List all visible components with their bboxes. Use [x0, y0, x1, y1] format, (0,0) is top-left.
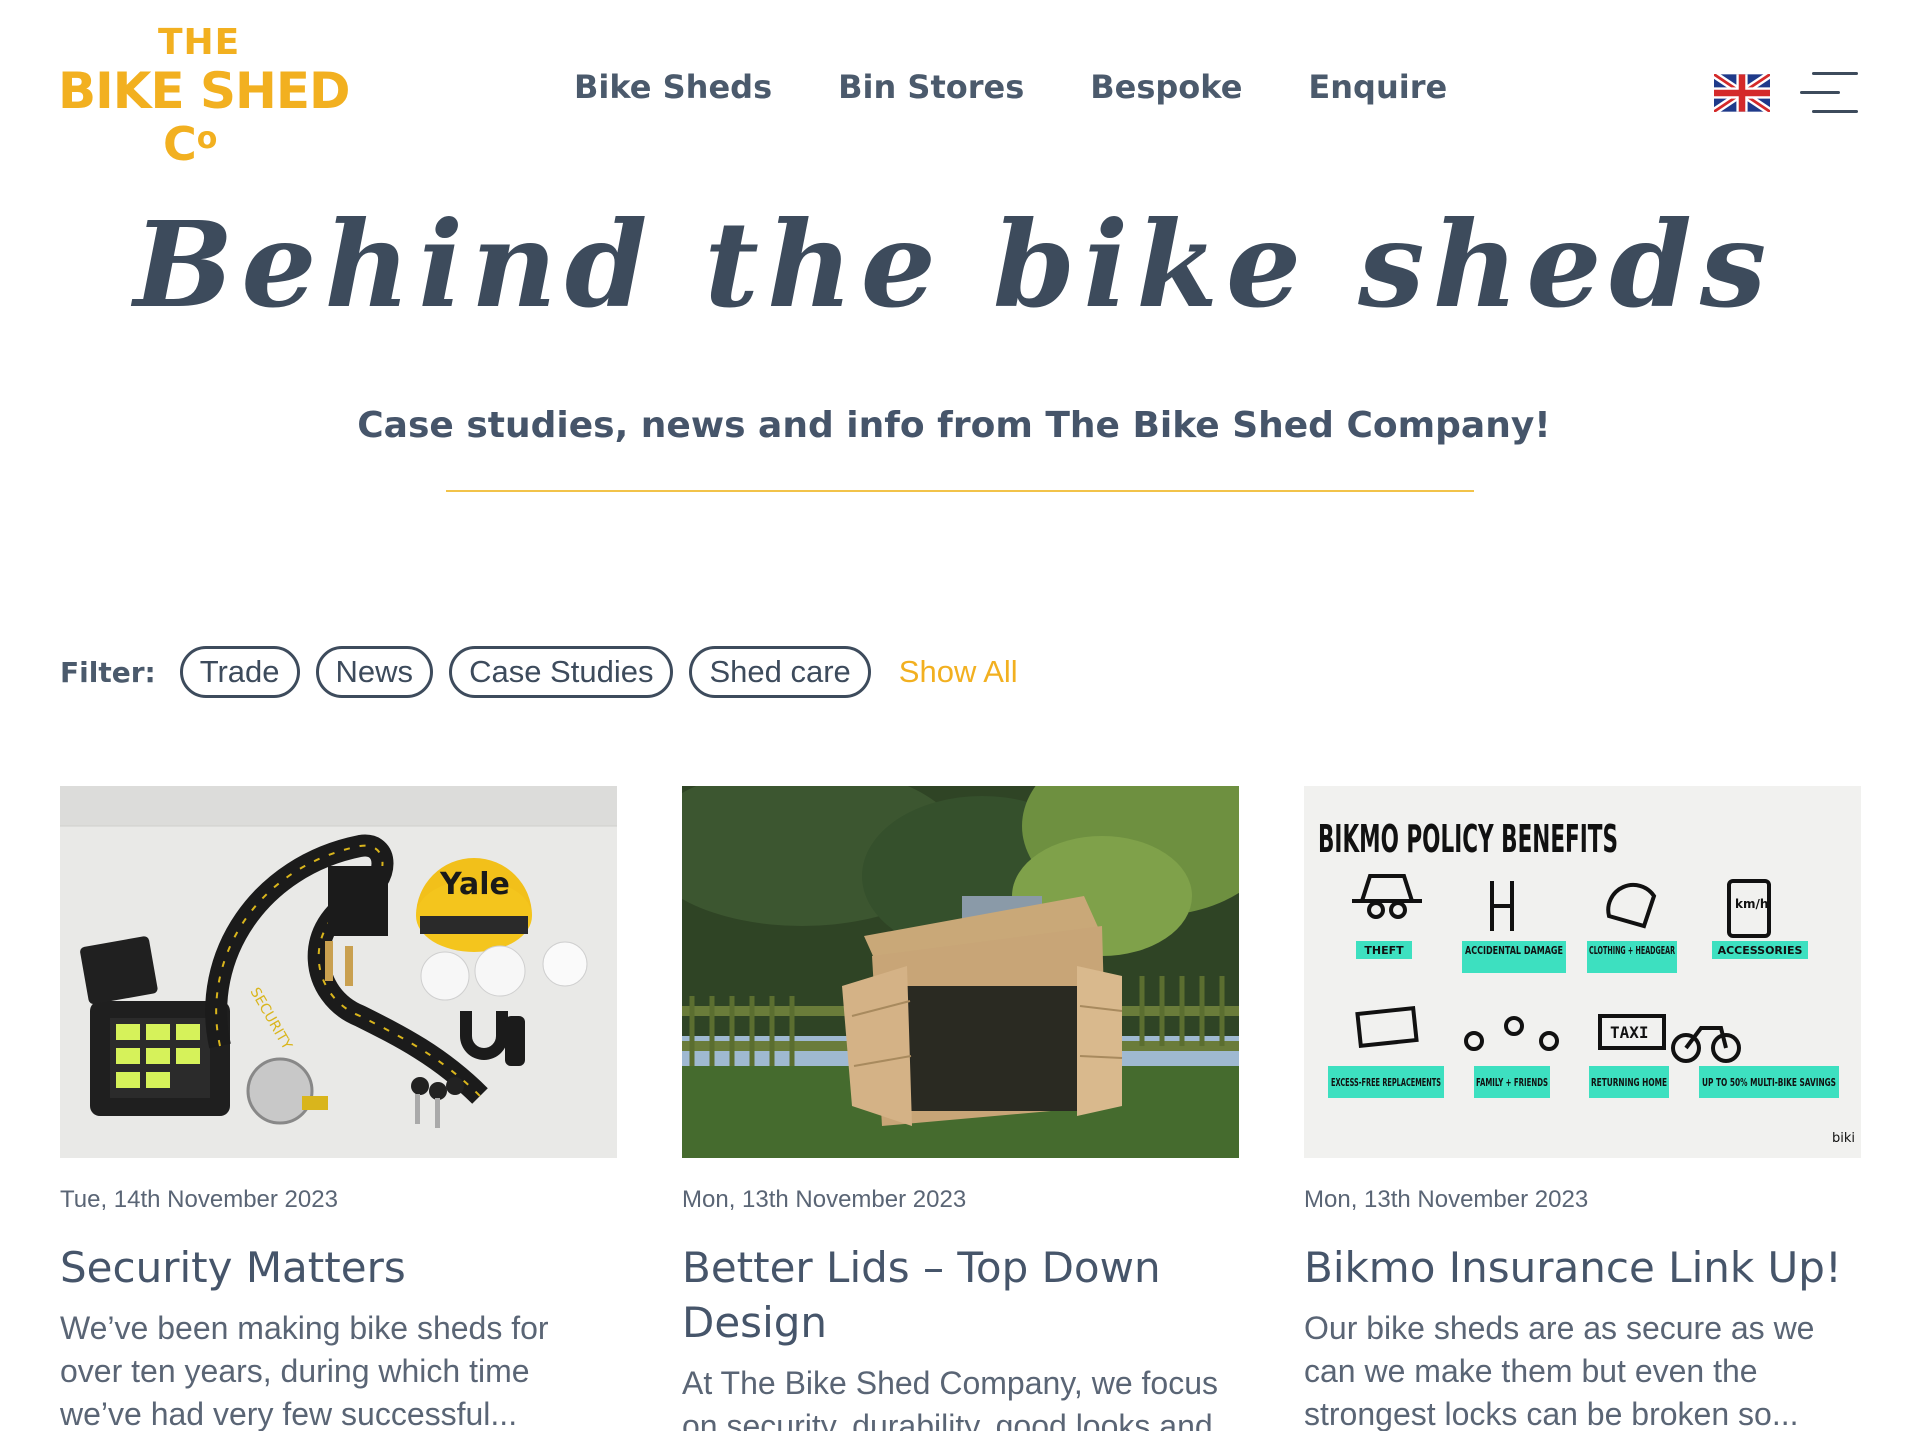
bikmo-brand: biki	[1832, 1131, 1855, 1146]
filter-shed-care[interactable]: Shed care	[689, 646, 871, 698]
nav-bin-stores[interactable]: Bin Stores	[838, 68, 1024, 106]
yale-brand: Yale	[439, 867, 510, 902]
post-image-bikmo-benefits[interactable]: BIKMO POLICY BENEFITS km/h THEFT ACCIDEN…	[1304, 786, 1861, 1158]
benefit-clothing: CLOTHING + HEADGEAR	[1589, 944, 1675, 957]
post-excerpt: Our bike sheds are as secure as we can w…	[1304, 1310, 1815, 1431]
post-excerpt: We’ve been making bike sheds for over te…	[60, 1310, 549, 1431]
benefit-theft: THEFT	[1364, 944, 1404, 957]
nav-bespoke[interactable]: Bespoke	[1090, 68, 1242, 106]
bikmo-heading: BIKMO POLICY BENEFITS	[1318, 817, 1618, 861]
filter-show-all[interactable]: Show All	[899, 654, 1018, 690]
post-title[interactable]: Better Lids – Top Down Design	[682, 1240, 1239, 1350]
page-subtitle: Case studies, news and info from The Bik…	[357, 405, 1551, 446]
title-divider	[446, 490, 1474, 492]
logo-line-bike-shed: BIKE SHED	[58, 62, 351, 120]
logo-line-co: Co	[163, 117, 217, 171]
logo-co-c: C	[163, 117, 197, 171]
logo-co-o: o	[196, 121, 218, 156]
post-excerpt: At The Bike Shed Company, we focus on se…	[682, 1365, 1218, 1431]
post-image-wooden-shed[interactable]	[682, 786, 1239, 1158]
filter-bar: Filter: Trade News Case Studies Shed car…	[60, 646, 1018, 698]
nav-bike-sheds[interactable]: Bike Sheds	[574, 68, 772, 106]
page-title: Behind the bike sheds	[133, 195, 1775, 334]
post-image-security-kit[interactable]: SECURITY Yale	[60, 786, 617, 1158]
nav-enquire[interactable]: Enquire	[1308, 68, 1447, 106]
post-card-bikmo-insurance: BIKMO POLICY BENEFITS km/h THEFT ACCIDEN…	[1304, 786, 1861, 1431]
menu-icon[interactable]	[1800, 70, 1858, 116]
post-date: Tue, 14th November 2023	[60, 1186, 338, 1213]
filter-case-studies[interactable]: Case Studies	[449, 646, 674, 698]
benefit-returning-home: RETURNING HOME	[1591, 1076, 1667, 1089]
post-title[interactable]: Security Matters	[60, 1240, 617, 1295]
post-title[interactable]: Bikmo Insurance Link Up!	[1304, 1240, 1861, 1295]
post-date: Mon, 13th November 2023	[1304, 1186, 1589, 1213]
taxi-sign: TAXI	[1610, 1023, 1649, 1042]
post-date: Mon, 13th November 2023	[682, 1186, 967, 1213]
benefit-family: FAMILY + FRIENDS	[1476, 1076, 1548, 1089]
post-card-better-lids: Mon, 13th November 2023 Better Lids – To…	[682, 786, 1239, 1431]
post-card-security-matters: SECURITY Yale Tue, 14th November 2023 Se…	[60, 786, 617, 1431]
filter-trade[interactable]: Trade	[179, 646, 300, 698]
benefit-multi-bike: UP TO 50% MULTI-BIKE SAVINGS	[1702, 1076, 1836, 1089]
site-logo[interactable]: THE BIKE SHED Co	[58, 22, 351, 171]
site-header: THE BIKE SHED Co Bike Sheds Bin Stores B…	[0, 0, 1908, 180]
filter-label: Filter:	[60, 655, 156, 689]
benefit-accidental-damage: ACCIDENTAL DAMAGE	[1465, 944, 1563, 957]
main-nav: Bike Sheds Bin Stores Bespoke Enquire	[574, 68, 1447, 106]
uk-flag-icon[interactable]	[1714, 74, 1770, 112]
logo-line-the: THE	[158, 22, 241, 63]
benefit-excess-free: EXCESS-FREE REPLACEMENTS	[1331, 1076, 1441, 1089]
filter-news[interactable]: News	[315, 646, 434, 698]
speed-unit: km/h	[1735, 897, 1768, 911]
benefit-accessories: ACCESSORIES	[1718, 944, 1803, 957]
